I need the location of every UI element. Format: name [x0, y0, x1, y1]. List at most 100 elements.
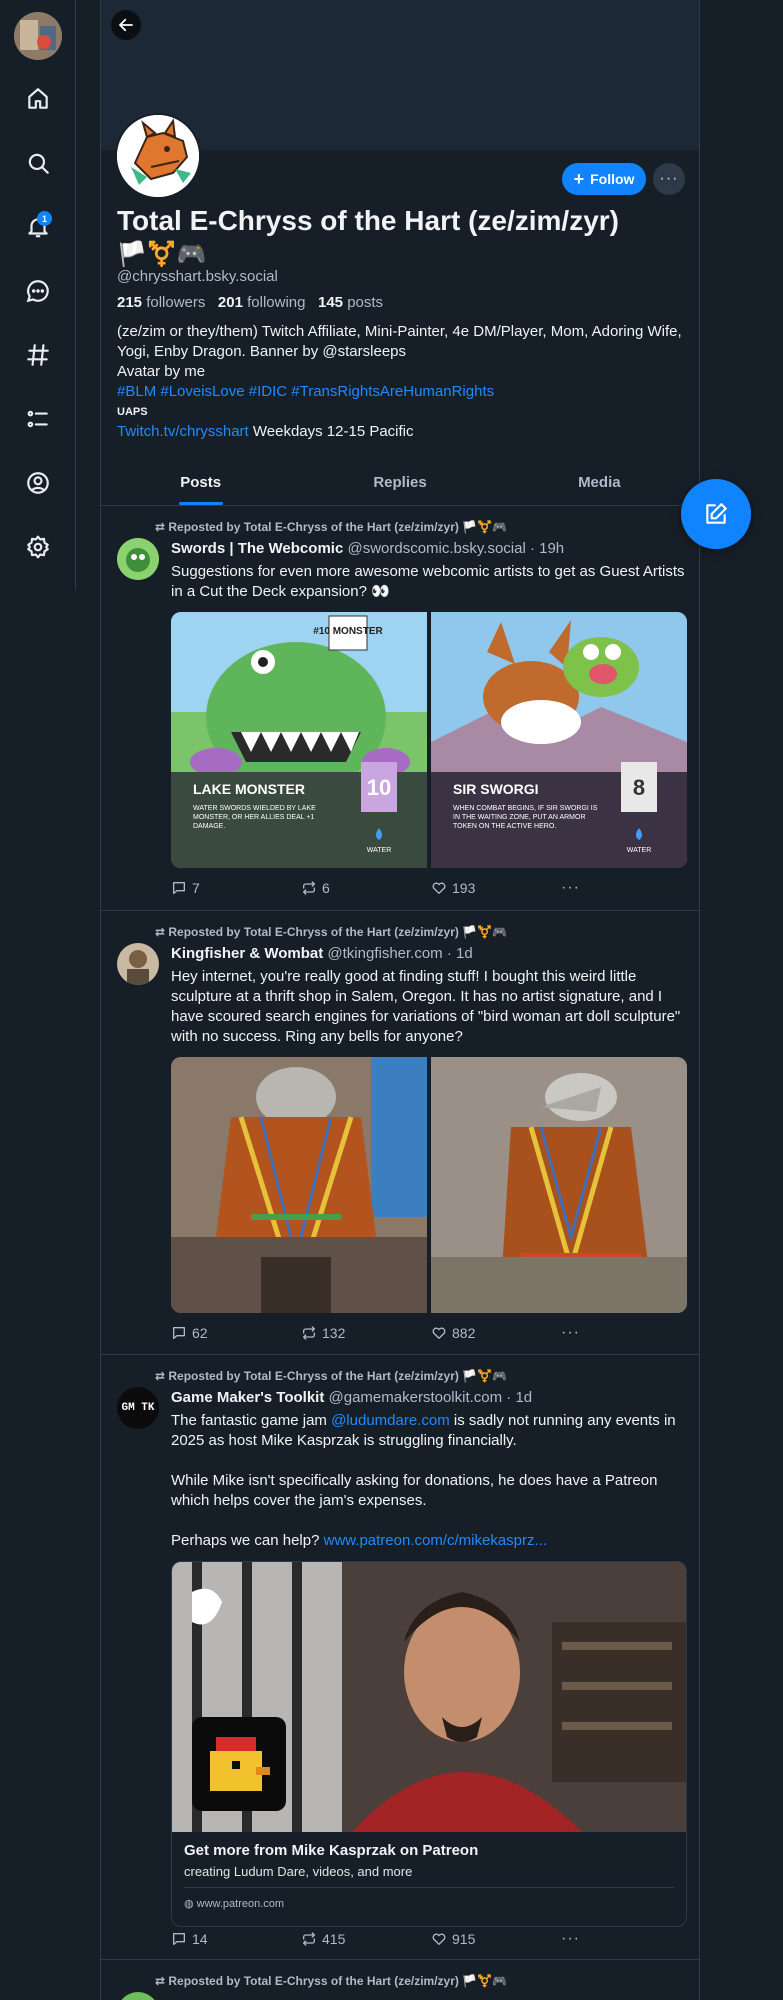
ellipsis-icon: ···	[561, 1324, 580, 1341]
repost-indicator: ⇄ Reposted by Total E-Chryss of the Hart…	[155, 1974, 508, 1988]
post-author[interactable]: Kingfisher & Wombat @tkingfisher.com · 1…	[171, 945, 473, 962]
follow-button[interactable]: + Follow	[562, 163, 646, 195]
compose-button[interactable]	[681, 479, 751, 549]
card-badge: #10 MONSTER	[313, 626, 383, 637]
repost-indicator: ⇄ Reposted by Total E-Chryss of the Hart…	[155, 520, 508, 534]
like-button[interactable]: 882	[431, 1325, 561, 1341]
post-actions: 14 415 915 ···	[171, 1929, 601, 1949]
repost-icon: ⇄	[155, 1974, 169, 1988]
notification-badge: 1	[37, 211, 52, 226]
reply-button[interactable]: 14	[171, 1931, 301, 1947]
like-button[interactable]: 915	[431, 1931, 561, 1947]
profile-flag-emojis: 🏳️⚧️🎮	[117, 241, 207, 268]
hash-icon[interactable]	[18, 335, 58, 375]
repost-icon: ⇄	[155, 925, 169, 939]
reply-icon	[173, 1327, 185, 1339]
repost-icon	[303, 881, 315, 895]
mention-link[interactable]: @ludumdare.com	[331, 1412, 450, 1429]
tab-replies[interactable]: Replies	[300, 460, 499, 505]
profile-icon[interactable]	[18, 463, 58, 503]
bio-line: (ze/zim or they/them) Twitch Affiliate, …	[117, 323, 682, 360]
post-actions: 62 132 882 ···	[171, 1323, 601, 1343]
repost-icon	[303, 1326, 315, 1340]
repost-indicator: ⇄ Reposted by Total E-Chryss of the Hart…	[155, 925, 508, 939]
post-author-avatar[interactable]	[117, 943, 159, 985]
post-author-avatar[interactable]	[117, 1992, 159, 2000]
repost-button[interactable]: 6	[301, 880, 431, 896]
post-text: Hey internet, you're really good at find…	[171, 968, 681, 1045]
post-image-sculpture-side[interactable]	[431, 1057, 687, 1313]
card-type: WATER	[367, 847, 392, 854]
compose-icon	[706, 503, 727, 524]
profile-stats: 215 followers 201 following 145 posts	[117, 294, 383, 311]
settings-icon[interactable]	[18, 527, 58, 567]
post-author[interactable]: Swords | The Webcomic @swordscomic.bsky.…	[171, 540, 564, 557]
reply-button[interactable]: 7	[171, 880, 301, 896]
post-image-lake-monster[interactable]: 10 #10 MONSTER LAKE MONSTER WATER SWORDS…	[171, 612, 427, 868]
post-image-sir-sworgi[interactable]: 8 SIR SWORGI WHEN COMBAT BEGINS, IF SIR …	[431, 612, 687, 868]
profile-bio: (ze/zim or they/them) Twitch Affiliate, …	[117, 322, 687, 442]
post-actions: 7 6 193 ···	[171, 878, 601, 898]
link-preview-image	[172, 1562, 686, 1832]
plus-icon: +	[573, 169, 585, 189]
post-author-avatar[interactable]	[117, 538, 159, 580]
reply-icon	[173, 882, 185, 894]
feed-post[interactable]: ⇄ Reposted by Total E-Chryss of the Hart…	[101, 1960, 699, 2000]
posts-stat: 145 posts	[318, 294, 384, 311]
home-icon[interactable]	[18, 79, 58, 119]
twitch-link[interactable]: Twitch.tv/chrysshart	[117, 423, 249, 440]
card-type: WATER	[627, 847, 652, 854]
reply-icon	[173, 1933, 185, 1945]
post-author-avatar[interactable]: GM TK	[117, 1387, 159, 1429]
tab-media[interactable]: Media	[500, 460, 699, 505]
post-text: Suggestions for even more awesome webcom…	[171, 563, 685, 600]
list-icon[interactable]	[18, 399, 58, 439]
ellipsis-icon: ···	[659, 170, 679, 187]
card-desc: WHEN COMBAT BEGINS, IF SIR SWORGI IS IN …	[453, 805, 598, 830]
ellipsis-icon: ···	[561, 1930, 580, 1947]
tab-posts[interactable]: Posts	[101, 460, 300, 505]
reply-button[interactable]: 62	[171, 1325, 301, 1341]
repost-button[interactable]: 415	[301, 1931, 431, 1947]
profile-avatar[interactable]	[115, 113, 201, 199]
card-name: LAKE MONSTER	[193, 781, 305, 797]
feed-post[interactable]: ⇄ Reposted by Total E-Chryss of the Hart…	[101, 1355, 699, 1960]
divider	[184, 1887, 674, 1888]
post-author[interactable]: Game Maker's Toolkit @gamemakerstoolkit.…	[171, 1389, 532, 1406]
follow-label: Follow	[590, 171, 635, 187]
post-image-grid[interactable]	[171, 1057, 687, 1313]
profile-tabs: Posts Replies Media	[101, 460, 699, 506]
card-number: 10	[367, 775, 391, 800]
repost-indicator: ⇄ Reposted by Total E-Chryss of the Hart…	[155, 1369, 508, 1383]
user-avatar[interactable]	[14, 12, 62, 60]
post-more-button[interactable]: ···	[561, 1930, 601, 1948]
post-more-button[interactable]: ···	[561, 879, 601, 897]
feed-post[interactable]: ⇄ Reposted by Total E-Chryss of the Hart…	[101, 911, 699, 1355]
ellipsis-icon: ···	[561, 879, 580, 896]
back-button[interactable]	[111, 10, 141, 40]
search-icon[interactable]	[18, 143, 58, 183]
bio-line: Avatar by me	[117, 363, 206, 380]
post-image-sculpture-front[interactable]	[171, 1057, 427, 1313]
profile-display-name: Total E-Chryss of the Hart (ze/zim/zyr)	[117, 205, 620, 236]
bio-uaps: UAPS	[117, 406, 148, 418]
post-image-grid[interactable]: 10 #10 MONSTER LAKE MONSTER WATER SWORDS…	[171, 612, 687, 868]
repost-button[interactable]: 132	[301, 1325, 431, 1341]
post-text: The fantastic game jam @ludumdare.com is…	[171, 1412, 676, 1549]
chat-icon[interactable]	[18, 271, 58, 311]
heart-icon	[432, 1327, 446, 1339]
bio-hashtags[interactable]: #BLM #LoveisLove #IDIC #TransRightsAreHu…	[117, 382, 687, 402]
profile-main: + Follow ··· Total E-Chryss of the Hart …	[100, 0, 700, 2000]
following-stat[interactable]: 201 following	[218, 294, 306, 311]
bell-icon[interactable]: 1	[18, 207, 58, 247]
repost-icon: ⇄	[155, 1369, 169, 1383]
followers-stat[interactable]: 215 followers	[117, 294, 205, 311]
feed-post[interactable]: ⇄ Reposted by Total E-Chryss of the Hart…	[101, 506, 699, 911]
post-more-button[interactable]: ···	[561, 1324, 601, 1342]
heart-icon	[432, 1933, 446, 1945]
like-button[interactable]: 193	[431, 880, 561, 896]
heart-icon	[432, 882, 446, 894]
patreon-link[interactable]: www.patreon.com/c/mikekasprz...	[324, 1532, 547, 1549]
more-options-button[interactable]: ···	[653, 163, 685, 195]
link-preview-card[interactable]: Get more from Mike Kasprzak on Patreon c…	[171, 1561, 687, 1927]
